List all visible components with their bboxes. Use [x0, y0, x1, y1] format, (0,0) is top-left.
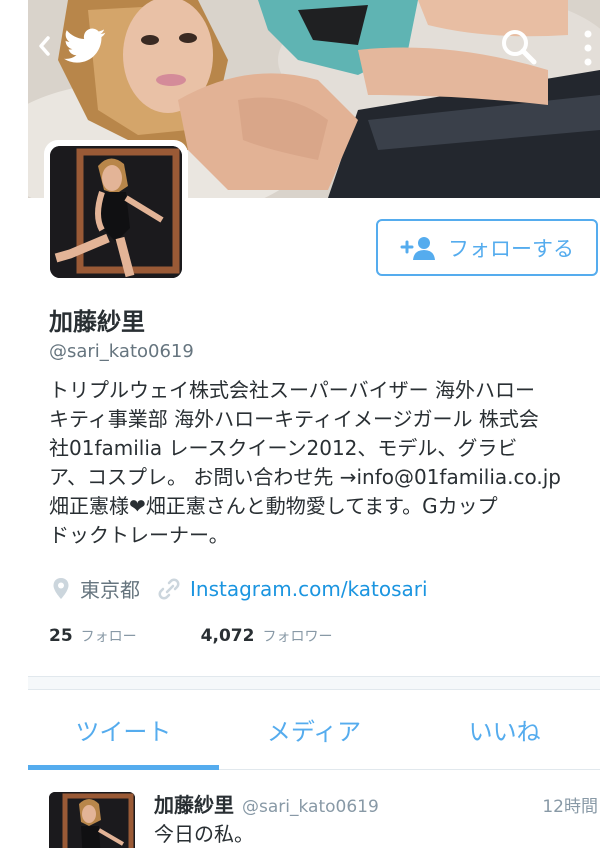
tweet-author-name[interactable]: 加藤紗里	[154, 789, 234, 818]
tweet-header: 加藤紗里 @sari_kato0619 12時間	[154, 789, 600, 818]
vertical-ellipsis-icon	[584, 30, 592, 66]
followers-label[interactable]: フォロワー	[262, 626, 332, 646]
tab-media[interactable]: メディア	[219, 690, 410, 769]
search-button[interactable]	[500, 28, 538, 66]
link-icon	[158, 578, 180, 599]
tab-tweets[interactable]: ツイート	[28, 690, 219, 770]
add-user-icon	[400, 236, 435, 260]
chevron-left-icon	[39, 36, 50, 56]
profile-url-link[interactable]: Instagram.com/katosari	[190, 577, 428, 601]
follow-button[interactable]: フォローする	[376, 219, 598, 276]
twitter-home-button[interactable]	[64, 28, 106, 64]
profile-avatar[interactable]	[44, 140, 188, 284]
profile-handle: @sari_kato0619	[49, 341, 194, 362]
bio-line: キティ事業部 海外ハローキティイメージガール 株式会	[49, 407, 539, 431]
back-button[interactable]	[36, 34, 52, 58]
avatar-image	[50, 146, 182, 278]
twitter-bird-icon	[64, 28, 106, 63]
more-options-button[interactable]	[580, 28, 596, 68]
tweet-text: 今日の私。	[154, 822, 254, 846]
following-label[interactable]: フォロー	[81, 626, 137, 646]
section-divider	[28, 676, 600, 690]
bio-line: ア、コスプレ。 お問い合わせ先 →info@01familia.co.jp	[49, 465, 561, 489]
avatar-photo	[50, 146, 182, 278]
profile-page: フォローする 加藤紗里 @sari_kato0619 トリプルウェイ株式会社スー…	[0, 0, 600, 848]
bio-line: 社01familia レースクイーン2012、モデル、グラビ	[49, 436, 518, 460]
profile-location: 東京都	[80, 578, 140, 602]
bio-line: トリプルウェイ株式会社スーパーバイザー 海外ハロー	[49, 378, 535, 402]
search-icon	[502, 30, 537, 65]
profile-tabs: ツイート メディア いいね	[28, 690, 600, 770]
profile-stats: 25 フォロー 4,072 フォロワー	[49, 626, 332, 646]
followers-count[interactable]: 4,072	[201, 626, 255, 646]
tab-likes[interactable]: いいね	[409, 690, 600, 769]
bio-line: 畑正憲様❤畑正憲さんと動物愛してます。Gカップ	[49, 494, 498, 518]
tweet-avatar[interactable]	[49, 792, 135, 848]
tweet-author-handle[interactable]: @sari_kato0619	[242, 797, 379, 817]
profile-name: 加藤紗里	[49, 308, 145, 336]
bio-line: ドックトレーナー。	[49, 523, 229, 547]
profile-bio: トリプルウェイ株式会社スーパーバイザー 海外ハロー キティ事業部 海外ハローキテ…	[49, 376, 594, 550]
follow-button-label: フォローする	[448, 236, 574, 261]
following-count[interactable]: 25	[49, 626, 73, 646]
location-pin-icon	[53, 577, 69, 599]
tweet-avatar-photo	[49, 792, 135, 848]
profile-meta: 東京都 Instagram.com/katosari	[52, 574, 428, 603]
tweet-timestamp: 12時間	[542, 797, 598, 817]
